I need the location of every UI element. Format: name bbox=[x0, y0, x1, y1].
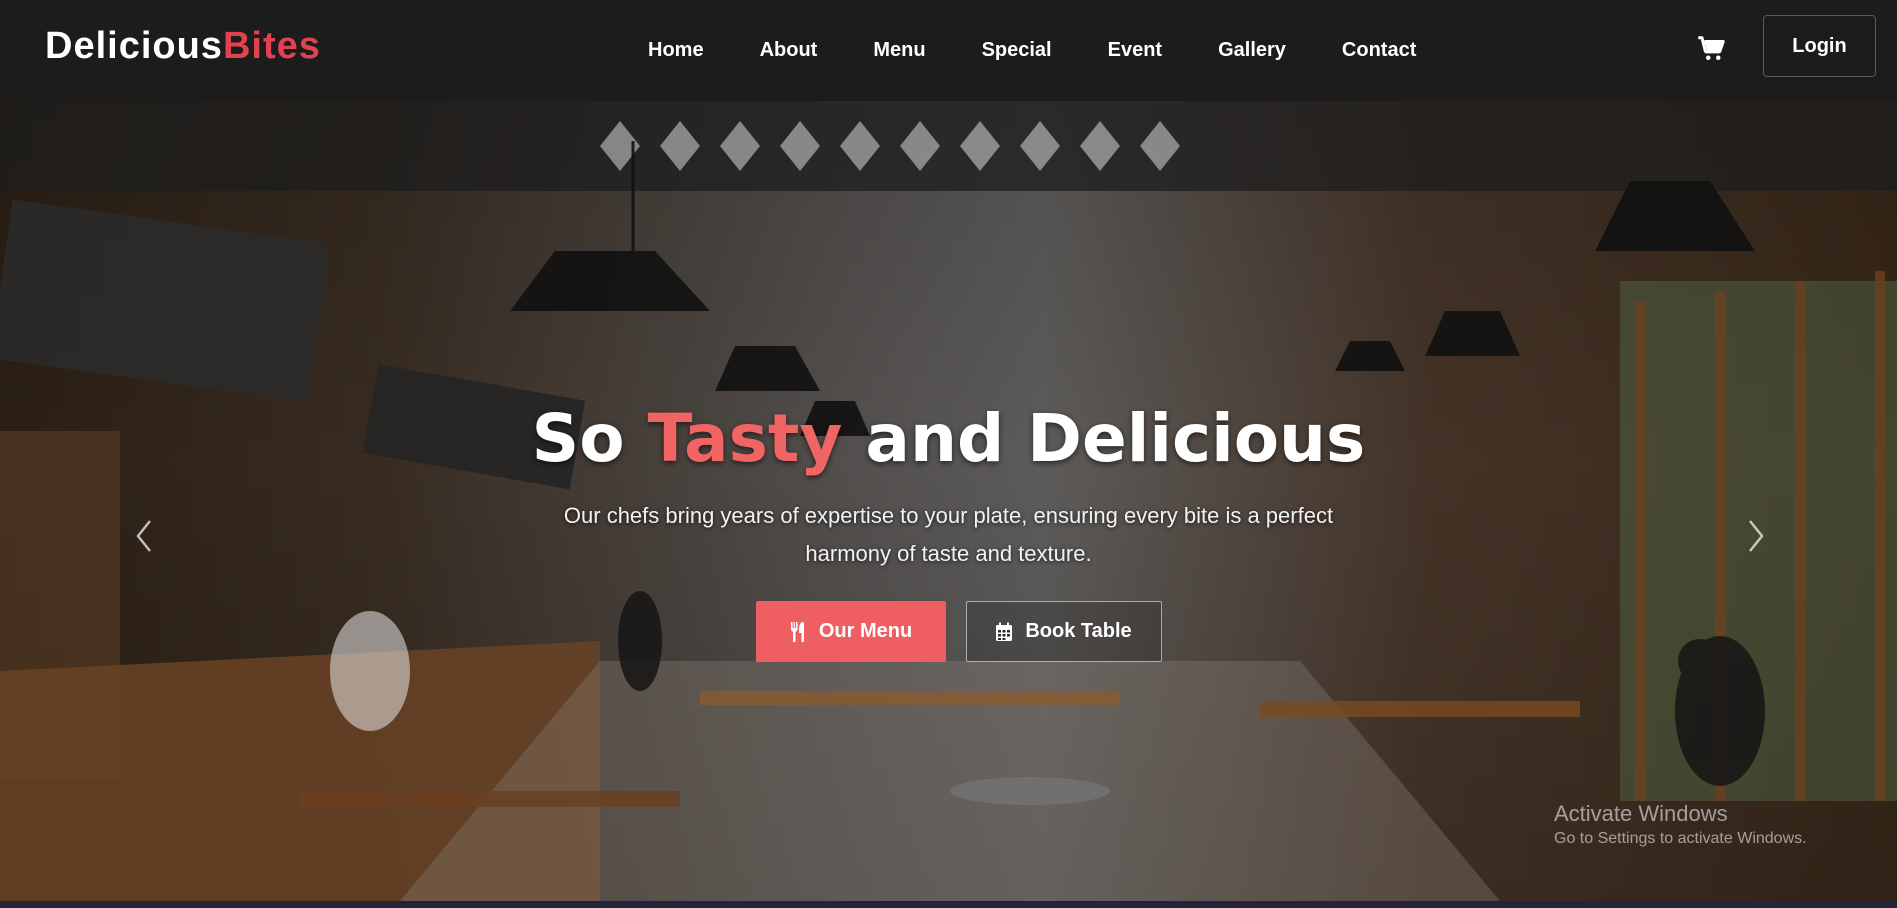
hero-title: So Tasty and Delicious bbox=[0, 399, 1897, 479]
nav-contact[interactable]: Contact bbox=[1342, 39, 1416, 62]
cart-icon[interactable] bbox=[1697, 34, 1727, 64]
nav-event[interactable]: Event bbox=[1108, 39, 1162, 62]
login-button[interactable]: Login bbox=[1763, 15, 1876, 77]
main-nav: Home About Menu Special Event Gallery Co… bbox=[620, 0, 1444, 101]
brand-name-part1: Delicious bbox=[45, 25, 223, 67]
our-menu-button[interactable]: Our Menu bbox=[755, 601, 946, 662]
nav-home[interactable]: Home bbox=[648, 39, 704, 62]
utensils-icon bbox=[790, 621, 804, 642]
hero-title-end: and Delicious bbox=[842, 400, 1366, 477]
nav-about[interactable]: About bbox=[760, 39, 818, 62]
brand-logo[interactable]: DeliciousBites bbox=[45, 24, 321, 68]
brand-name-part2: Bites bbox=[222, 25, 321, 67]
nav-special[interactable]: Special bbox=[982, 39, 1052, 62]
book-table-label: Book Table bbox=[1025, 620, 1132, 642]
watermark-subtitle: Go to Settings to activate Windows. bbox=[1554, 830, 1807, 847]
nav-gallery[interactable]: Gallery bbox=[1218, 39, 1286, 62]
book-table-button[interactable]: Book Table bbox=[965, 601, 1162, 662]
hero-bottom-strip bbox=[0, 901, 1897, 908]
top-navbar: DeliciousBites Home About Menu Special E… bbox=[0, 0, 1897, 101]
calendar-icon bbox=[996, 622, 1013, 641]
hero-title-accent: Tasty bbox=[647, 400, 843, 477]
our-menu-label: Our Menu bbox=[818, 620, 913, 642]
hero-section: So Tasty and Delicious Our chefs bring y… bbox=[0, 101, 1897, 901]
hero-button-row: Our Menu Book Table bbox=[0, 601, 1897, 662]
windows-activation-watermark: Activate Windows Go to Settings to activ… bbox=[1554, 800, 1807, 850]
hero-subtitle: Our chefs bring years of expertise to yo… bbox=[563, 503, 1334, 566]
hero-content: So Tasty and Delicious Our chefs bring y… bbox=[0, 399, 1897, 662]
hero-title-start: So bbox=[531, 400, 648, 477]
nav-menu[interactable]: Menu bbox=[873, 39, 925, 62]
watermark-title: Activate Windows bbox=[1554, 801, 1728, 826]
